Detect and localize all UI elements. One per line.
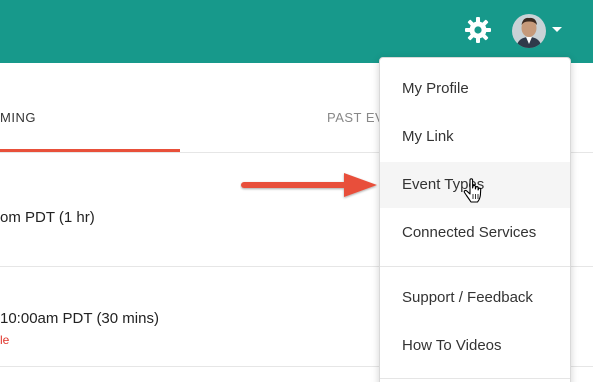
menu-item-label: Connected Services bbox=[402, 224, 537, 241]
event-time-1[interactable]: om PDT (1 hr) bbox=[0, 209, 95, 226]
avatar[interactable] bbox=[512, 14, 546, 48]
menu-item-label: My Profile bbox=[402, 80, 469, 97]
menu-item-my-link[interactable]: My Link bbox=[380, 114, 570, 160]
menu-divider bbox=[380, 378, 570, 379]
menu-item-label: How To Videos bbox=[402, 337, 502, 354]
menu-divider bbox=[380, 266, 570, 267]
menu-item-label: My Link bbox=[402, 128, 454, 145]
top-navbar bbox=[0, 0, 593, 63]
caret-down-icon[interactable] bbox=[552, 27, 562, 32]
user-avatar-icon bbox=[512, 14, 546, 48]
hand-pointer-icon bbox=[463, 178, 482, 203]
annotation-arrow-icon bbox=[241, 173, 377, 197]
menu-item-connected-services[interactable]: Connected Services bbox=[380, 210, 570, 256]
menu-item-support-feedback[interactable]: Support / Feedback bbox=[380, 275, 570, 321]
event-sub-2: le bbox=[0, 333, 10, 347]
user-dropdown-menu: My Profile My Link Event Types Connected… bbox=[379, 57, 571, 382]
tab-past-events[interactable]: PAST EV bbox=[327, 110, 384, 125]
menu-item-label: Support / Feedback bbox=[402, 289, 533, 306]
app-page: MING PAST EV om PDT (1 hr) 10:00am PDT (… bbox=[0, 0, 593, 382]
menu-item-my-profile[interactable]: My Profile bbox=[380, 66, 570, 112]
gear-icon[interactable] bbox=[462, 14, 494, 46]
menu-item-how-to-videos[interactable]: How To Videos bbox=[380, 323, 570, 369]
tab-upcoming[interactable]: MING bbox=[0, 110, 36, 125]
event-time-2[interactable]: 10:00am PDT (30 mins) bbox=[0, 310, 159, 327]
